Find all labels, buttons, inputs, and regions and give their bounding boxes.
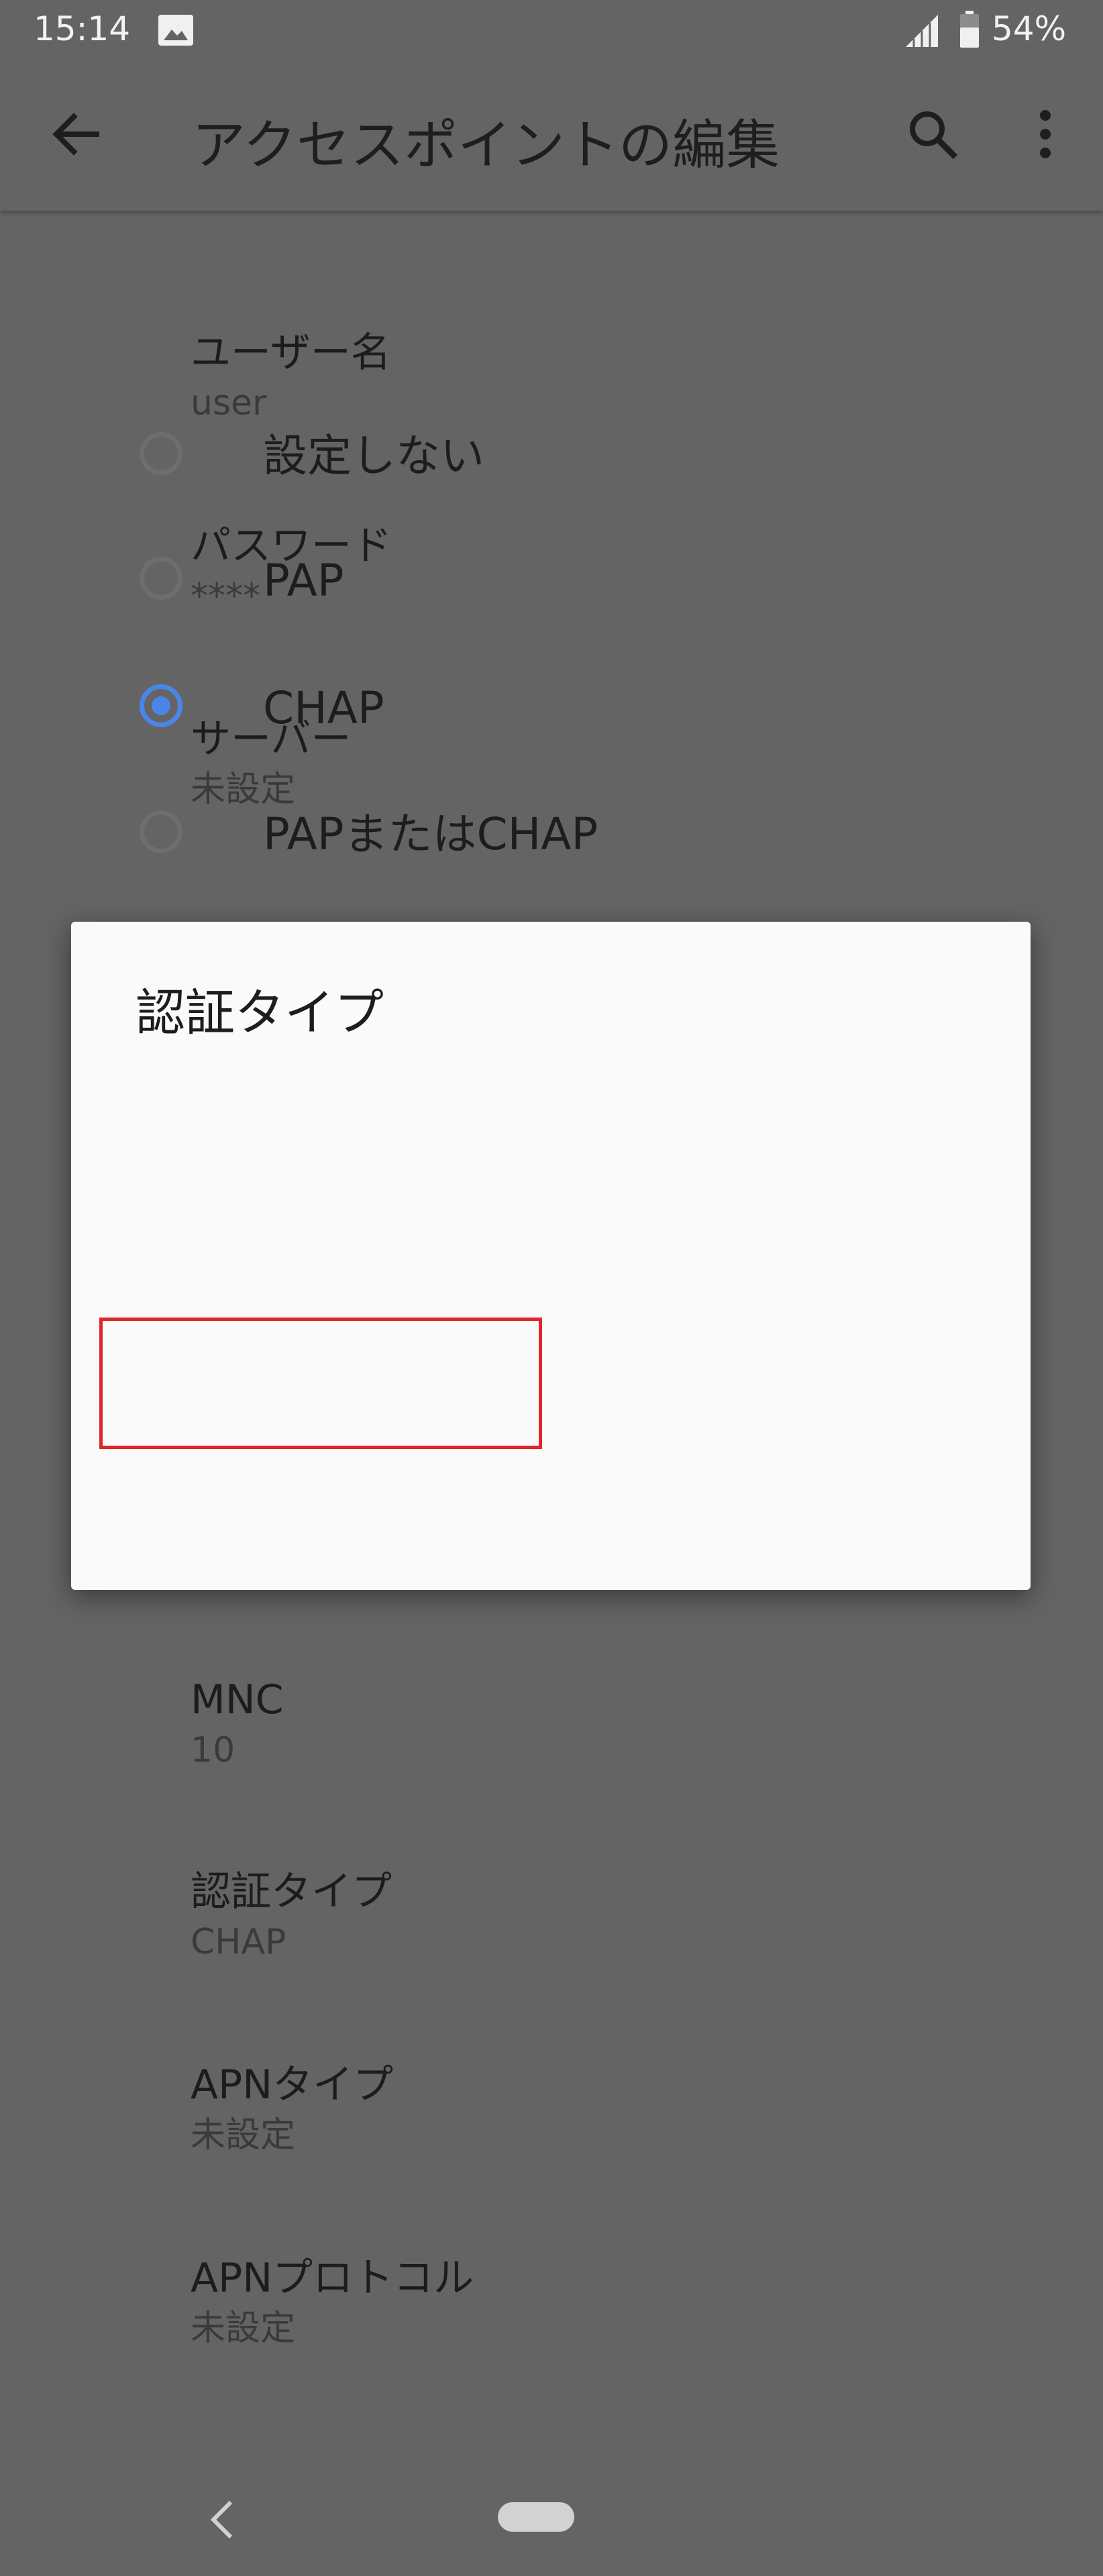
back-arrow-icon[interactable] [50, 109, 101, 160]
setting-value: 未設定 [191, 2115, 296, 2155]
status-time: 15:14 [34, 9, 131, 48]
setting-title: ユーザー名 [191, 329, 391, 376]
battery-percentage: 54% [992, 9, 1067, 48]
dialog-title: 認証タイプ [136, 984, 384, 1042]
status-bar: 15:14 54% [0, 0, 1103, 64]
option-label: 設定しない [263, 430, 484, 482]
setting-value: 未設定 [191, 211, 295, 217]
setting-title: APNタイプ [191, 2061, 394, 2108]
selection-highlight-box [99, 1318, 542, 1449]
home-pill-icon[interactable] [498, 2502, 574, 2532]
navigation-bar [0, 2465, 1103, 2576]
auth-type-dialog: 認証タイプ 設定しない PAP CHAP PAPまたはCHAP [71, 431, 1031, 1590]
search-icon[interactable] [906, 107, 959, 161]
app-bar: アクセスポイントの編集 [0, 64, 1103, 211]
option-label: PAPまたはCHAP [263, 808, 598, 860]
page-title: アクセスポイントの編集 [192, 114, 780, 176]
option-chap[interactable]: CHAP [71, 659, 1031, 766]
setting-value: 未設定 [191, 2308, 296, 2349]
battery-icon [960, 11, 979, 48]
radio-button[interactable] [140, 557, 182, 600]
setting-title: APNプロトコル [191, 2255, 474, 2302]
setting-title: MNC [191, 1676, 284, 1723]
more-vert-icon[interactable] [1027, 107, 1064, 161]
option-label: PAP [263, 555, 344, 606]
radio-button-selected[interactable] [140, 684, 182, 727]
option-label: CHAP [263, 682, 384, 734]
setting-value: CHAP [191, 1922, 286, 1962]
setting-item-mnc[interactable]: MNC 10 [191, 1673, 284, 1774]
setting-item-apn-protocol[interactable]: APNプロトコル 未設定 [191, 2251, 474, 2352]
setting-item-apn-type[interactable]: APNタイプ 未設定 [191, 2058, 393, 2159]
setting-value: 10 [191, 1730, 235, 1770]
radio-button[interactable] [140, 432, 182, 475]
option-pap[interactable]: PAP [71, 531, 1031, 639]
setting-title: 認証タイプ [191, 1868, 392, 1915]
nav-back-icon[interactable] [203, 2498, 243, 2541]
setting-item-partial[interactable]: 未設定 [191, 211, 295, 217]
setting-item-auth-type[interactable]: 認証タイプ CHAP [191, 1865, 392, 1966]
radio-button[interactable] [140, 810, 182, 853]
option-pap-or-chap[interactable]: PAPまたはCHAP [71, 785, 1031, 892]
option-none[interactable]: 設定しない [71, 407, 1031, 514]
signal-icon [906, 15, 938, 47]
image-notification-icon [158, 15, 193, 46]
